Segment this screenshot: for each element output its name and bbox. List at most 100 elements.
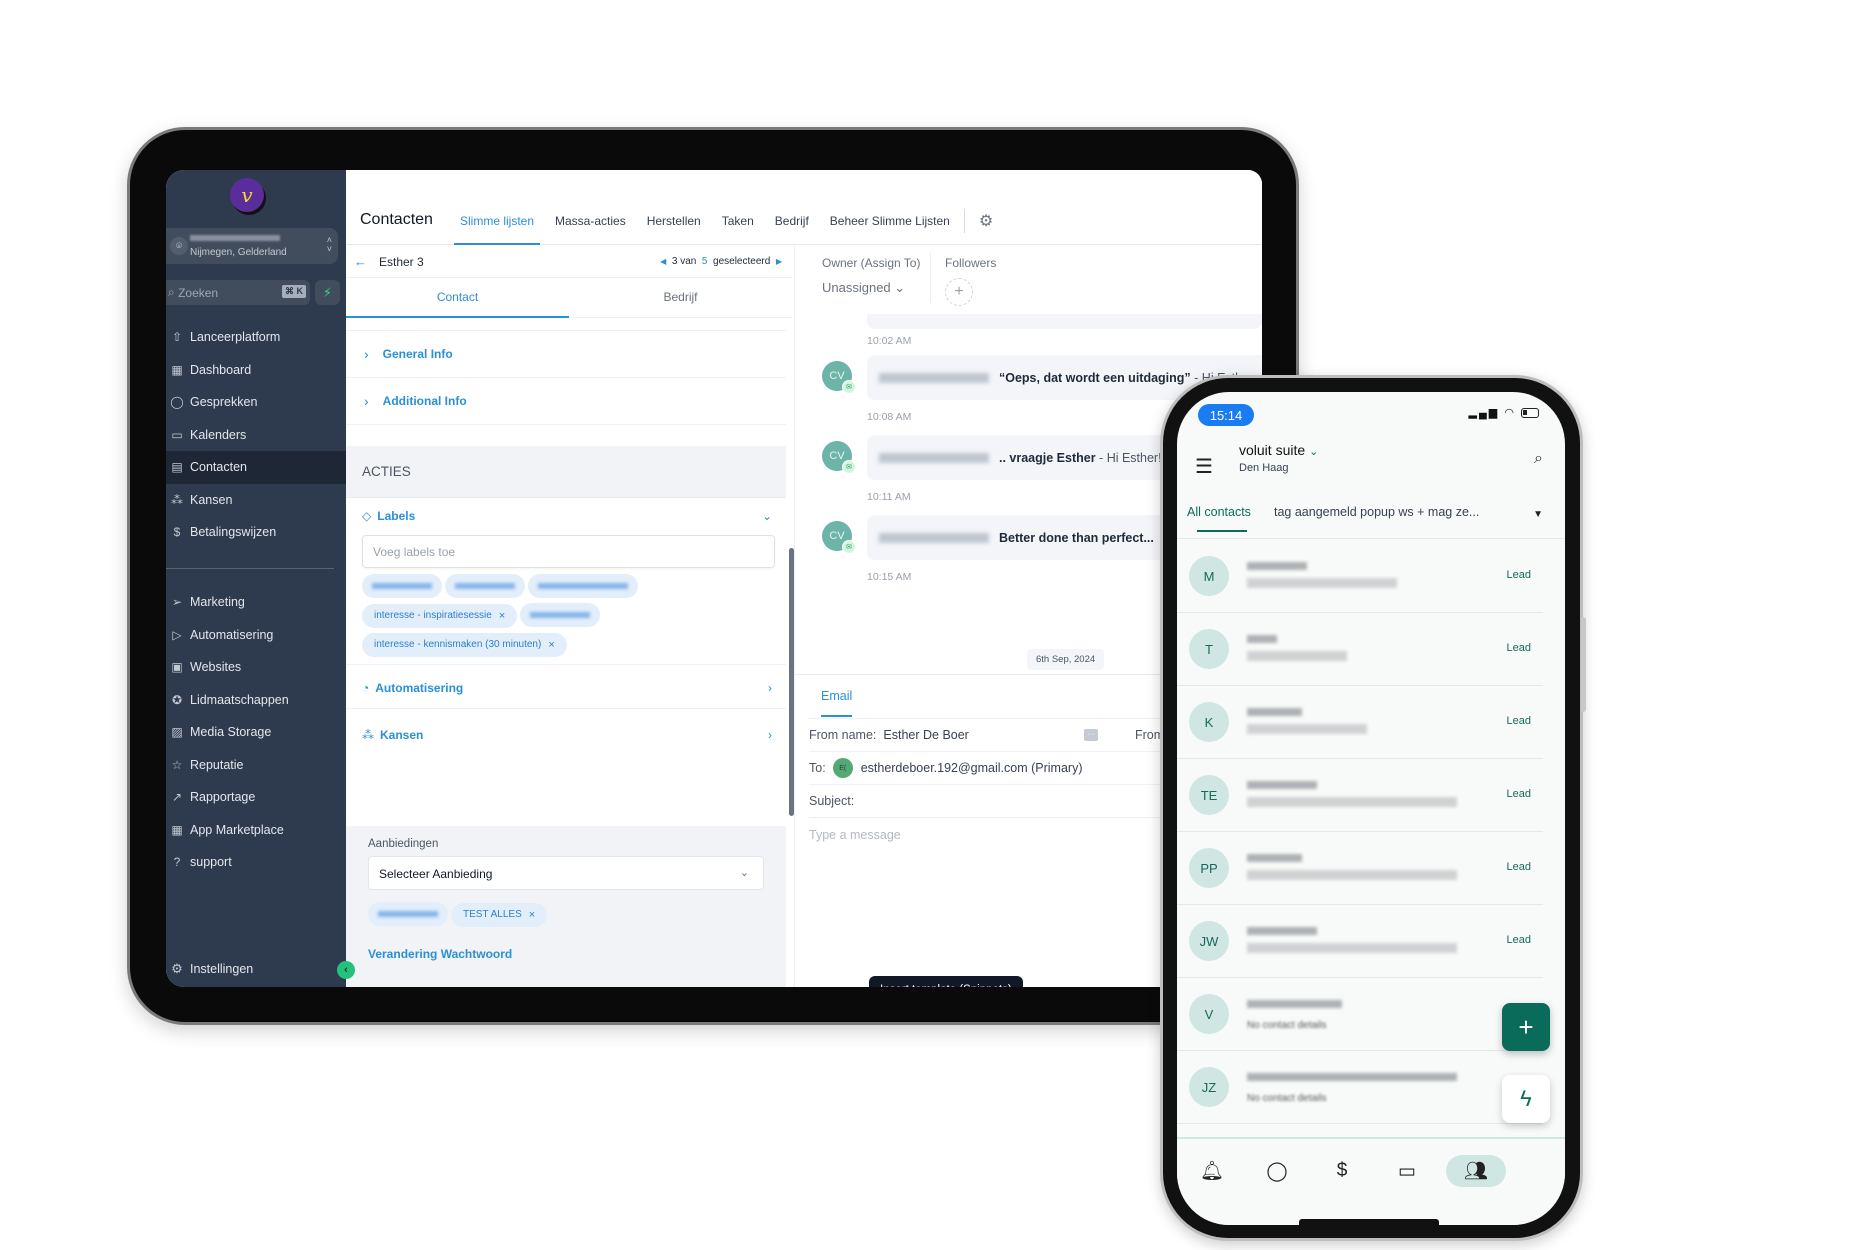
tab-email[interactable]: Email xyxy=(821,689,853,717)
offers-select[interactable]: Selecteer Aanbieding ⌄ xyxy=(368,856,764,890)
sidebar-item-automatisering[interactable]: ▷ Automatisering xyxy=(166,619,346,652)
avatar: K xyxy=(1189,702,1229,742)
sidebar-item-label: Kalenders xyxy=(190,427,247,442)
bolt-icon: ϟ xyxy=(1520,1086,1532,1111)
divider xyxy=(963,209,965,233)
remove-chip-icon[interactable]: × xyxy=(499,610,505,622)
sidebar-item-reputatie[interactable]: ☆ Reputatie xyxy=(166,749,346,782)
message-bubble-previous xyxy=(867,314,1262,329)
automation-row[interactable]: ◔ Automatisering › xyxy=(346,673,786,703)
membership-icon: ✪ xyxy=(171,692,183,707)
tab-company[interactable]: Bedrijf xyxy=(569,278,792,317)
sidebar-item-lanceerplatform[interactable]: ⇧ Lanceerplatform xyxy=(166,321,346,354)
quick-action-button[interactable]: ⚡︎ xyxy=(315,280,340,305)
search-icon[interactable]: ⌕ xyxy=(1534,450,1543,468)
bottom-nav-contacts-icon[interactable]: 👥︎ xyxy=(1446,1155,1506,1187)
label-chip[interactable]: TEST ALLES × xyxy=(451,902,548,927)
contact-row[interactable]: V No contact details xyxy=(1177,978,1543,1051)
sidebar-item-websites[interactable]: ▣ Websites xyxy=(166,651,346,684)
tab-contact[interactable]: Contact xyxy=(346,278,569,318)
prev-record-icon[interactable]: ◀ xyxy=(660,257,666,266)
recipient-avatar: E( xyxy=(832,758,853,778)
tab-all-contacts[interactable]: All contacts xyxy=(1187,505,1251,532)
owner-value: Unassigned xyxy=(822,280,891,295)
sidebar-item-rapportage[interactable]: ↗ Rapportage xyxy=(166,781,346,814)
contact-row[interactable]: PP Lead xyxy=(1177,832,1543,905)
org-switcher[interactable]: voluit suite ⌄ xyxy=(1239,442,1318,458)
sidebar-item-marketing[interactable]: ➢ Marketing xyxy=(166,586,346,619)
label-chip[interactable] xyxy=(368,902,448,926)
contact-row[interactable]: M Lead xyxy=(1177,540,1543,613)
calendar-icon: ▭ xyxy=(1398,1160,1416,1182)
message-input[interactable]: Type a message xyxy=(809,828,901,842)
opportunities-row[interactable]: ⁂ Kansen › xyxy=(346,720,786,750)
sidebar-item-settings[interactable]: ⚙ Instellingen xyxy=(166,959,253,979)
tab-bedrijf[interactable]: Bedrijf xyxy=(775,214,809,245)
quick-actions-button[interactable]: ϟ xyxy=(1502,1075,1550,1123)
contact-row[interactable]: T Lead xyxy=(1177,613,1543,686)
bottom-nav-dollar-circle-icon[interactable]: $ xyxy=(1312,1155,1372,1187)
sidebar-item-contacten[interactable]: ▤ Contacten xyxy=(166,451,346,484)
tab-taken[interactable]: Taken xyxy=(722,214,754,245)
section-additional-info[interactable]: › Additional Info xyxy=(346,377,786,424)
add-follower-button[interactable]: + xyxy=(945,278,973,306)
label-chip[interactable] xyxy=(528,574,638,598)
collapse-sidebar-button[interactable]: ‹ xyxy=(337,961,355,979)
sidebar-item-media-storage[interactable]: ▨ Media Storage xyxy=(166,716,346,749)
sidebar-item-gesprekken[interactable]: ◯ Gesprekken xyxy=(166,386,346,419)
gear-icon: ⚙ xyxy=(171,961,183,976)
bottom-nav-bell-icon[interactable]: 🔔︎ xyxy=(1182,1155,1242,1187)
sidebar-item-kalenders[interactable]: ▭ Kalenders xyxy=(166,419,346,452)
owner-select[interactable]: Unassigned ⌄ xyxy=(822,280,920,296)
sidebar-search-input[interactable]: ⌕ Zoeken ⌘ K xyxy=(166,280,310,305)
recipient-email[interactable]: estherdeboer.192@gmail.com (Primary) xyxy=(861,761,1083,775)
actions-heading: ACTIES xyxy=(346,446,786,498)
contact-type-badge: Lead xyxy=(1506,642,1531,654)
add-labels-input[interactable]: Voeg labels toe xyxy=(362,535,775,568)
label-chip[interactable] xyxy=(445,574,525,598)
sidebar-item-lidmaatschappen[interactable]: ✪ Lidmaatschappen xyxy=(166,684,346,717)
caret-down-icon[interactable]: ▼ xyxy=(1533,509,1543,520)
label-chip[interactable]: interesse - inspiratiesessie × xyxy=(362,603,518,628)
change-password-link[interactable]: Verandering Wachtwoord xyxy=(368,947,512,961)
contact-name-blurred xyxy=(1247,854,1302,862)
next-record-icon[interactable]: ▶ xyxy=(776,257,782,266)
menu-icon[interactable]: ☰ xyxy=(1195,454,1213,479)
label-chip[interactable] xyxy=(362,574,442,598)
section-general-info[interactable]: › General Info xyxy=(346,330,786,377)
contact-detail-panel: ← Esther 3 ◀ 3 van 5 geselecteerd ▶ Cont… xyxy=(346,246,792,987)
contact-row[interactable]: JZ No contact details xyxy=(1177,1051,1543,1124)
contact-row[interactable]: JW Lead xyxy=(1177,905,1543,978)
sidebar-item-dashboard[interactable]: ▦ Dashboard xyxy=(166,354,346,387)
more-options-icon[interactable]: ··· xyxy=(1084,729,1098,741)
label-chip[interactable] xyxy=(520,603,601,627)
contact-row[interactable]: K Lead xyxy=(1177,686,1543,759)
sidebar-item-app-marketplace[interactable]: ▦ App Marketplace xyxy=(166,814,346,847)
label-chip[interactable]: interesse - kennismaken (30 minuten) × xyxy=(362,632,567,657)
chevron-updown-icon: ˄ ˅ xyxy=(326,235,332,254)
sidebar-item-label: Websites xyxy=(190,660,242,675)
bottom-nav-calendar-icon[interactable]: ▭ xyxy=(1377,1155,1437,1187)
pager-of: van xyxy=(680,256,697,267)
remove-chip-icon[interactable]: × xyxy=(529,909,535,921)
bottom-nav-chat-icon[interactable]: ◯ xyxy=(1247,1155,1307,1187)
tab-herstellen[interactable]: Herstellen xyxy=(647,214,701,245)
tab-smart-list[interactable]: tag aangemeld popup ws + mag ze... xyxy=(1274,505,1479,519)
sidebar-item-kansen[interactable]: ⁂ Kansen xyxy=(166,484,346,517)
app-logo[interactable]: v xyxy=(230,178,264,212)
avatar: PP xyxy=(1189,848,1229,888)
tab-massa-acties[interactable]: Massa-acties xyxy=(555,214,626,245)
location-switcher[interactable]: ⌾ Nijmegen, Gelderland ˄ ˅ xyxy=(166,228,338,264)
remove-chip-icon[interactable]: × xyxy=(548,639,554,651)
sender-blurred xyxy=(879,452,989,463)
labels-header[interactable]: ◇ Labels ⌄ xyxy=(346,501,786,531)
contact-row[interactable]: TE Lead xyxy=(1177,759,1543,832)
settings-gear-icon[interactable]: ⚙ xyxy=(979,211,993,231)
tab-slimme-lijsten[interactable]: Slimme lijsten xyxy=(453,214,541,245)
sidebar-item-support[interactable]: ? support xyxy=(166,846,346,879)
sidebar-item-betalingswijzen[interactable]: $ Betalingswijzen xyxy=(166,516,346,549)
tab-beheer-slimme-lijsten[interactable]: Beheer Slimme Lijsten xyxy=(830,214,950,245)
add-contact-button[interactable]: + xyxy=(1502,1003,1550,1051)
back-arrow-icon[interactable]: ← xyxy=(354,254,367,269)
from-name-value[interactable]: Esther De Boer xyxy=(883,728,968,742)
